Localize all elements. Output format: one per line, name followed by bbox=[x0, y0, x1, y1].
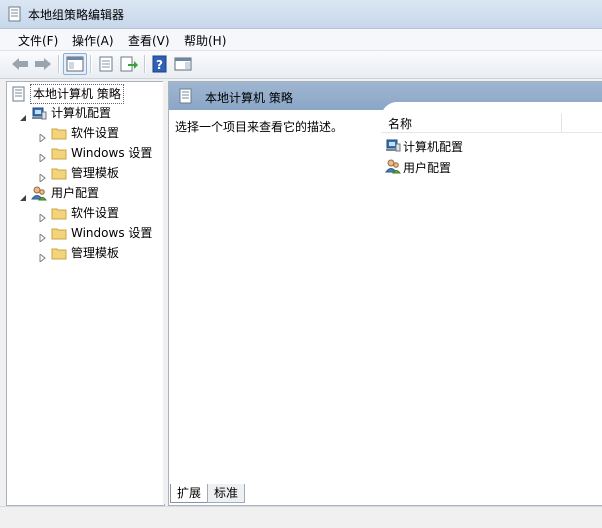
menu-help[interactable]: 帮助(H) bbox=[184, 32, 226, 49]
policy-document-icon bbox=[179, 88, 193, 104]
description-text: 选择一个项目来查看它的描述。 bbox=[175, 120, 344, 134]
column-header-name[interactable]: 名称 bbox=[381, 112, 602, 133]
status-bar bbox=[0, 506, 602, 528]
toolbar-separator bbox=[144, 55, 145, 73]
tree-node-label: 管理模板 bbox=[71, 166, 120, 180]
column-header-label: 名称 bbox=[388, 117, 413, 131]
detail-pane: 本地计算机 策略 选择一个项目来查看它的描述。 名称 计算机配置 用户配置 bbox=[168, 81, 602, 506]
expand-triangle-icon[interactable] bbox=[39, 149, 47, 164]
tree-node-user-config[interactable]: 用户配置 bbox=[17, 184, 162, 202]
folder-icon bbox=[51, 165, 67, 181]
menu-file[interactable]: 文件(F) bbox=[18, 32, 58, 49]
collapse-triangle-icon[interactable] bbox=[19, 109, 27, 121]
tree-node-label: 用户配置 bbox=[51, 186, 100, 200]
policy-document-icon bbox=[8, 6, 22, 22]
properties-icon[interactable] bbox=[96, 55, 116, 73]
window-titlebar: 本地组策略编辑器 bbox=[0, 0, 602, 29]
tree-node-computer-config[interactable]: 计算机配置 bbox=[17, 104, 162, 122]
back-arrow-icon[interactable] bbox=[10, 55, 30, 73]
menubar: 文件(F) 操作(A) 查看(V) 帮助(H) bbox=[0, 29, 602, 51]
view-tabs: 扩展 标准 bbox=[168, 484, 468, 506]
tree-node-label: 软件设置 bbox=[71, 126, 120, 140]
detail-header-title: 本地计算机 策略 bbox=[205, 91, 293, 105]
folder-icon bbox=[51, 145, 67, 161]
menu-view[interactable]: 查看(V) bbox=[128, 32, 170, 49]
collapse-triangle-icon[interactable] bbox=[19, 189, 27, 201]
list-item-computer-config[interactable]: 计算机配置 bbox=[385, 136, 585, 154]
help-icon[interactable]: ? bbox=[150, 55, 170, 73]
computer-icon bbox=[385, 137, 401, 153]
tree-pane: 本地计算机 策略 计算机配置 软件设置 Windows 设置 管理模板 用户配置… bbox=[6, 81, 165, 506]
tree-node-windows-settings[interactable]: Windows 设置 bbox=[37, 224, 162, 244]
policy-document-icon bbox=[11, 86, 27, 102]
computer-icon bbox=[31, 105, 47, 121]
show-hide-action-pane-icon[interactable] bbox=[173, 55, 193, 73]
column-divider[interactable] bbox=[561, 114, 562, 132]
folder-icon bbox=[51, 125, 67, 141]
expand-triangle-icon[interactable] bbox=[39, 129, 47, 144]
tree-node-software-settings[interactable]: 软件设置 bbox=[37, 124, 162, 144]
toolbar-separator bbox=[58, 55, 59, 73]
expand-triangle-icon[interactable] bbox=[39, 249, 47, 264]
svg-text:?: ? bbox=[156, 58, 163, 72]
expand-triangle-icon[interactable] bbox=[39, 169, 47, 184]
list-item-user-config[interactable]: 用户配置 bbox=[385, 157, 585, 175]
show-hide-tree-icon[interactable] bbox=[63, 53, 87, 75]
tree-node-label: Windows 设置 bbox=[71, 146, 153, 160]
toolbar-separator bbox=[90, 55, 91, 73]
toolbar: ? bbox=[0, 51, 602, 79]
tree-node-label: 计算机配置 bbox=[51, 106, 112, 120]
tree-node-label: 本地计算机 策略 bbox=[30, 84, 124, 104]
tree-node-software-settings[interactable]: 软件设置 bbox=[37, 204, 162, 224]
list-item-label: 计算机配置 bbox=[403, 140, 464, 154]
list-item-label: 用户配置 bbox=[403, 161, 452, 175]
folder-icon bbox=[51, 225, 67, 241]
users-icon bbox=[385, 158, 402, 174]
tree-node-label: 管理模板 bbox=[71, 246, 120, 260]
tree-node-root[interactable]: 本地计算机 策略 bbox=[11, 84, 161, 104]
window-title: 本地组策略编辑器 bbox=[28, 8, 125, 22]
folder-icon bbox=[51, 205, 67, 221]
tree-node-label: Windows 设置 bbox=[71, 226, 153, 240]
menu-action[interactable]: 操作(A) bbox=[72, 32, 114, 49]
tree-node-admin-templates[interactable]: 管理模板 bbox=[37, 244, 162, 264]
expand-triangle-icon[interactable] bbox=[39, 209, 47, 224]
tree-node-windows-settings[interactable]: Windows 设置 bbox=[37, 144, 162, 164]
tree-node-admin-templates[interactable]: 管理模板 bbox=[37, 164, 162, 184]
tree-node-label: 软件设置 bbox=[71, 206, 120, 220]
export-list-icon[interactable] bbox=[119, 55, 139, 73]
tab-extended[interactable]: 扩展 bbox=[170, 484, 209, 503]
forward-arrow-icon[interactable] bbox=[33, 55, 53, 73]
item-list-pane: 名称 计算机配置 用户配置 bbox=[381, 102, 602, 482]
tab-standard[interactable]: 标准 bbox=[207, 484, 246, 503]
expand-triangle-icon[interactable] bbox=[39, 229, 47, 244]
folder-icon bbox=[51, 245, 67, 261]
users-icon bbox=[31, 185, 48, 201]
